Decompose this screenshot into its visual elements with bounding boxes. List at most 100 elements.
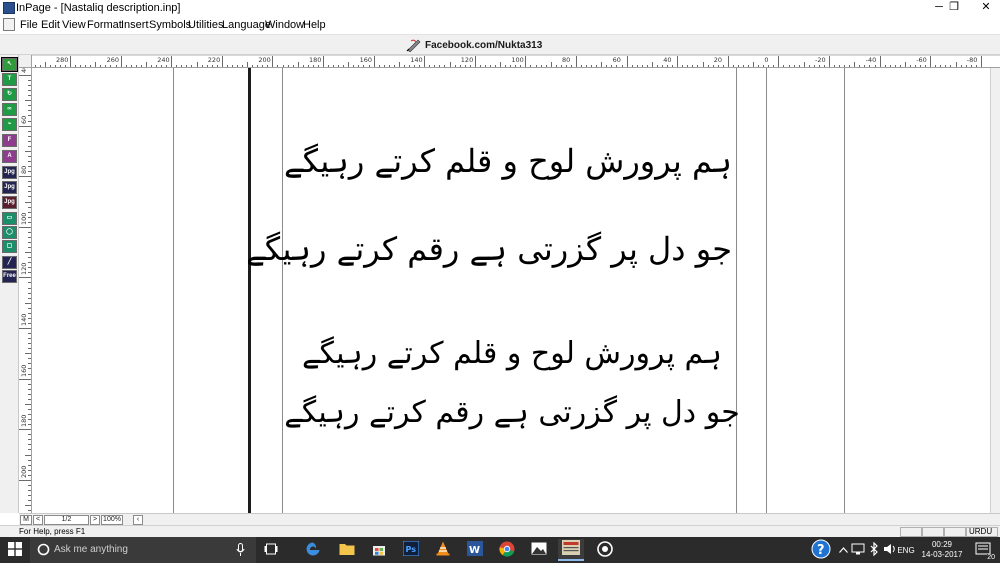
- ruler-tick: [28, 419, 31, 421]
- show-hidden-icons-button[interactable]: [836, 537, 850, 563]
- pen-icon: [406, 38, 422, 53]
- ruler-tick: [879, 56, 881, 67]
- ruler-tick: [19, 75, 31, 76]
- taskbar-edge[interactable]: [300, 539, 326, 561]
- vlc-icon: [436, 541, 450, 559]
- ruler-tick: [70, 56, 71, 67]
- menu-edit[interactable]: Edit: [40, 17, 61, 33]
- rectangle-tool[interactable]: ▭: [2, 212, 17, 225]
- document-canvas[interactable]: ہم پرورش لوح و قلم کرتے رہیگے جو دل پر گ…: [32, 68, 990, 513]
- nastaliq-line-2[interactable]: جو دل پر گزرتی ہے رقم کرتے رہیگے: [246, 230, 732, 268]
- facebook-banner-text: Facebook.com/Nukta313: [425, 39, 543, 51]
- maximize-button[interactable]: ❐: [940, 0, 968, 16]
- menu-view[interactable]: View: [61, 17, 87, 33]
- ruler-tick: [28, 95, 31, 97]
- horizontal-scrollbar[interactable]: [165, 515, 1000, 525]
- taskbar-photoshop[interactable]: Ps: [398, 539, 424, 561]
- ruler-tick: [28, 358, 31, 360]
- column-guide: [766, 68, 767, 513]
- taskbar-store[interactable]: [366, 539, 392, 561]
- tool-palette: ↖T ↻ ∞ ⌁ F Box A Box Jpg Jpg Jpg ▭◯▢ ╱Free: [0, 55, 19, 513]
- action-center-button[interactable]: 20: [970, 537, 996, 563]
- task-view-button[interactable]: [258, 539, 284, 561]
- rounded-rect-tool[interactable]: ▢: [2, 240, 17, 253]
- document-icon[interactable]: [3, 18, 15, 31]
- clock[interactable]: 00:29 14-03-2017: [918, 537, 966, 563]
- ruler-tick: [28, 307, 31, 309]
- menu-help[interactable]: Help: [302, 17, 327, 33]
- taskbar-inpage[interactable]: [558, 539, 584, 561]
- network-button[interactable]: [850, 537, 866, 563]
- ruler-tick: [28, 414, 31, 416]
- start-button[interactable]: [0, 537, 30, 563]
- line-tool[interactable]: ╱: [2, 256, 17, 269]
- menu-symbols[interactable]: Symbols: [148, 17, 192, 33]
- nastaliq-line-1[interactable]: ہم پرورش لوح و قلم کرتے رہیگے: [284, 142, 732, 180]
- image-box-2-tool[interactable]: Jpg: [2, 181, 17, 194]
- task-view-icon: [264, 543, 278, 558]
- unlink-tool[interactable]: ⌁: [2, 118, 17, 131]
- ruler-tick: [28, 484, 31, 486]
- ruler-tick: [28, 464, 31, 466]
- ruler-label: 20: [713, 56, 723, 64]
- image-box-tool[interactable]: Jpg: [2, 166, 17, 179]
- master-page-button[interactable]: M: [20, 515, 32, 525]
- ellipse-tool[interactable]: ◯: [2, 226, 17, 239]
- ruler-tick: [727, 56, 729, 67]
- close-button[interactable]: ✕: [972, 0, 1000, 16]
- taskbar-chrome[interactable]: [494, 539, 520, 561]
- menu-window[interactable]: Window: [264, 17, 305, 33]
- taskbar-photos[interactable]: [526, 539, 552, 561]
- menu-format[interactable]: Format: [86, 17, 123, 33]
- free-draw-tool[interactable]: Free: [2, 270, 17, 283]
- search-box[interactable]: Ask me anything: [30, 537, 256, 563]
- ruler-tick: [25, 454, 31, 456]
- ruler-tick: [28, 247, 31, 249]
- scroll-left-button[interactable]: ‹: [133, 515, 143, 525]
- taskbar-file-explorer[interactable]: [334, 539, 360, 561]
- ruler-tick: [28, 171, 31, 173]
- taskbar-word[interactable]: W: [462, 539, 488, 561]
- menu-insert[interactable]: Insert: [120, 17, 150, 33]
- chevron-up-icon: [838, 546, 848, 555]
- bluetooth-button[interactable]: [866, 537, 882, 563]
- margin-guide: [736, 68, 737, 513]
- prev-page-button[interactable]: <: [33, 515, 43, 525]
- ruler-tick: [323, 56, 324, 67]
- zoom-field[interactable]: 100%: [101, 515, 123, 525]
- menu-utilities[interactable]: Utilities: [187, 17, 224, 33]
- ruler-tick: [19, 176, 31, 178]
- naskh-line-2[interactable]: جو دل پر گزرتی ہے رقم کرتے رہیگے: [282, 395, 742, 430]
- ruler-tick: [474, 56, 476, 67]
- ruler-tick: [28, 262, 31, 264]
- next-page-button[interactable]: >: [90, 515, 100, 525]
- rotate-tool[interactable]: ↻: [2, 88, 17, 101]
- ruler-tick: [28, 494, 31, 496]
- ruler-tick: [930, 56, 932, 67]
- svg-text:Ps: Ps: [406, 545, 417, 554]
- text-box-2-tool[interactable]: A Box: [2, 150, 17, 163]
- ruler-tick: [28, 110, 31, 112]
- text-box-tool[interactable]: F Box: [2, 134, 17, 147]
- link-tool[interactable]: ∞: [2, 103, 17, 116]
- text-tool[interactable]: T: [2, 73, 17, 86]
- inpage-app-icon[interactable]: [3, 2, 15, 14]
- ruler-tick: [28, 424, 31, 426]
- ruler-tick: [28, 388, 31, 390]
- ruler-tick: [28, 459, 31, 461]
- taskbar-vlc[interactable]: [430, 539, 456, 561]
- ruler-tick: [25, 353, 31, 355]
- taskbar-media-player[interactable]: [592, 539, 618, 561]
- vertical-scrollbar[interactable]: [990, 68, 1000, 513]
- title-bar: InPage - [Nastaliq description.inp] ─ ❐ …: [0, 0, 1000, 16]
- ruler-tick: [28, 444, 31, 446]
- naskh-line-1[interactable]: ہم پرورش لوح و قلم کرتے رہیگے: [292, 336, 732, 371]
- image-box-3-tool[interactable]: Jpg: [2, 196, 17, 209]
- help-tray-button[interactable]: ?: [808, 537, 834, 563]
- page-indicator[interactable]: 1/2: [44, 515, 89, 525]
- arrow-tool[interactable]: ↖: [1, 57, 18, 72]
- microphone-icon[interactable]: [236, 543, 245, 560]
- menu-file[interactable]: File: [19, 17, 39, 33]
- ruler-label: -80: [966, 56, 978, 64]
- input-language-button[interactable]: ENG: [896, 537, 916, 563]
